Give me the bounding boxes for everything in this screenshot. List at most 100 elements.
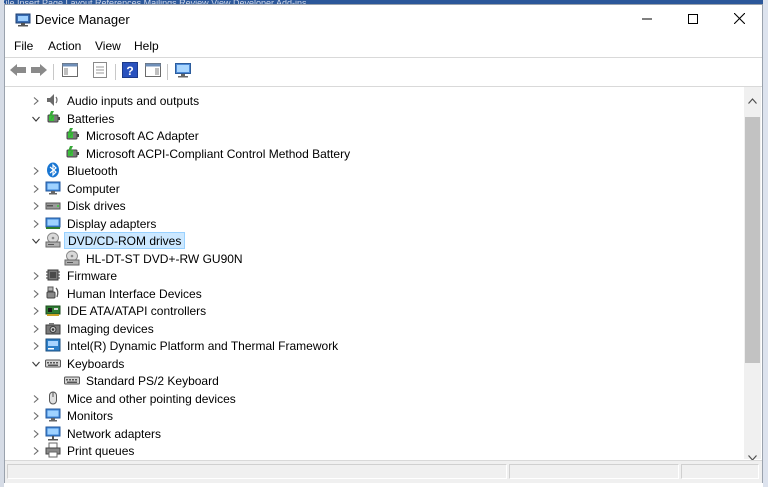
tree-item-label: Disk drives: [67, 199, 126, 213]
tree-category[interactable]: Human Interface Devices: [5, 285, 744, 302]
firmware-icon: [45, 267, 61, 283]
tree-category[interactable]: Disk drives: [5, 197, 744, 214]
chevron-right-icon[interactable]: [31, 218, 41, 228]
disk-drive-icon: [45, 197, 61, 213]
tree-category[interactable]: Display adapters: [5, 215, 744, 232]
chevron-right-icon[interactable]: [31, 445, 41, 455]
maximize-button[interactable]: [670, 5, 716, 35]
tree-category[interactable]: Bluetooth: [5, 162, 744, 179]
tree-category[interactable]: Network adapters: [5, 425, 744, 442]
toolbar-separator: [167, 64, 168, 80]
status-pane-tertiary: [681, 464, 759, 479]
back-button[interactable]: [8, 62, 28, 82]
help-button[interactable]: ?: [120, 61, 140, 82]
chevron-right-icon[interactable]: [31, 410, 41, 420]
tree-item-label: Firmware: [67, 269, 117, 283]
tree-item-label: Computer: [67, 181, 120, 196]
chevron-right-icon[interactable]: [31, 183, 41, 193]
properties-button[interactable]: [90, 61, 110, 83]
hid-icon: [45, 285, 61, 301]
show-hide-console-tree-icon: [62, 62, 78, 82]
tree-item-label: Microsoft ACPI-Compliant Control Method …: [86, 146, 351, 161]
close-button[interactable]: [716, 5, 762, 35]
tree-item-label: Monitors: [67, 409, 114, 423]
menu-file[interactable]: File: [14, 39, 33, 53]
action-pane-icon: [145, 62, 161, 82]
chevron-right-icon[interactable]: [31, 270, 41, 280]
device-manager-window: Device Manager File Action View Help ? A…: [4, 4, 763, 483]
chevron-down-icon[interactable]: [31, 113, 41, 123]
speaker-icon: [45, 92, 61, 108]
menu-action[interactable]: Action: [48, 39, 81, 53]
tree-device[interactable]: Microsoft ACPI-Compliant Control Method …: [5, 145, 744, 162]
chevron-down-icon[interactable]: [31, 235, 41, 245]
chevron-right-icon[interactable]: [31, 305, 41, 315]
tree-item-label: Display adapters: [67, 216, 157, 231]
tree-category[interactable]: Print queues: [5, 442, 744, 459]
tree-category[interactable]: Firmware: [5, 267, 744, 284]
close-icon: [733, 11, 745, 29]
scan-hardware-icon: [174, 62, 192, 83]
device-manager-icon: [15, 13, 31, 27]
menu-bar: File Action View Help: [5, 37, 762, 57]
tree-item-label: Print queues: [67, 444, 135, 458]
tree-category[interactable]: Computer: [5, 180, 744, 197]
scrollbar-thumb[interactable]: [745, 117, 760, 363]
tree-device[interactable]: Microsoft AC Adapter: [5, 127, 744, 144]
title-bar[interactable]: Device Manager: [5, 5, 762, 35]
window-title: Device Manager: [35, 12, 130, 27]
display-adapter-icon: [45, 215, 61, 231]
tree-category[interactable]: Mice and other pointing devices: [5, 390, 744, 407]
tree-category[interactable]: Imaging devices: [5, 320, 744, 337]
menu-help[interactable]: Help: [134, 39, 159, 53]
bluetooth-icon: [45, 162, 61, 178]
keyboard-icon: [45, 355, 61, 371]
chevron-right-icon[interactable]: [31, 288, 41, 298]
toolbar: ?: [5, 57, 762, 87]
tree-item-label: Network adapters: [67, 426, 162, 441]
tree-item-label: Standard PS/2 Keyboard: [86, 374, 219, 388]
tree-category[interactable]: IDE ATA/ATAPI controllers: [5, 302, 744, 319]
minimize-button[interactable]: [624, 5, 670, 35]
status-pane-main: [7, 464, 507, 479]
tree-item-label: HL-DT-ST DVD+-RW GU90N: [86, 251, 243, 266]
battery-icon: [64, 127, 80, 143]
device-tree[interactable]: Audio inputs and outputs Batteries Microso…: [5, 87, 744, 459]
properties-icon: [92, 61, 108, 83]
minimize-icon: [642, 11, 652, 29]
chevron-right-icon[interactable]: [31, 428, 41, 438]
chevron-right-icon[interactable]: [31, 200, 41, 210]
vertical-scrollbar[interactable]: [744, 87, 761, 461]
tree-device[interactable]: Standard PS/2 Keyboard: [5, 372, 744, 389]
camera-icon: [45, 320, 61, 336]
forward-button[interactable]: [29, 62, 49, 82]
status-pane-secondary: [509, 464, 679, 479]
chevron-right-icon[interactable]: [31, 165, 41, 175]
tree-category[interactable]: Keyboards: [5, 355, 744, 372]
scroll-up-icon[interactable]: [748, 91, 757, 109]
network-adapter-icon: [45, 425, 61, 441]
action-pane-button[interactable]: [143, 62, 163, 82]
battery-icon: [64, 145, 80, 161]
tree-category[interactable]: Batteries: [5, 110, 744, 127]
chevron-right-icon[interactable]: [31, 323, 41, 333]
toolbar-separator: [53, 64, 54, 80]
tree-category[interactable]: DVD/CD-ROM drives: [5, 232, 744, 249]
chevron-right-icon[interactable]: [31, 95, 41, 105]
monitor-icon: [45, 407, 61, 423]
tree-category[interactable]: Audio inputs and outputs: [5, 92, 744, 109]
tree-category[interactable]: Monitors: [5, 407, 744, 424]
chevron-right-icon[interactable]: [31, 340, 41, 350]
tree-category[interactable]: Intel(R) Dynamic Platform and Thermal Fr…: [5, 337, 744, 354]
keyboard-icon: [64, 372, 80, 388]
chevron-right-icon[interactable]: [31, 393, 41, 403]
tree-item-label: Imaging devices: [67, 321, 154, 336]
show-hide-console-tree-button[interactable]: [60, 62, 80, 82]
system-device-icon: [45, 337, 61, 353]
menu-view[interactable]: View: [95, 39, 121, 53]
scan-hardware-button[interactable]: [173, 62, 193, 82]
chevron-down-icon[interactable]: [31, 358, 41, 368]
printer-icon: [45, 442, 61, 458]
tree-device[interactable]: HL-DT-ST DVD+-RW GU90N: [5, 250, 744, 267]
toolbar-separator: [115, 64, 116, 80]
